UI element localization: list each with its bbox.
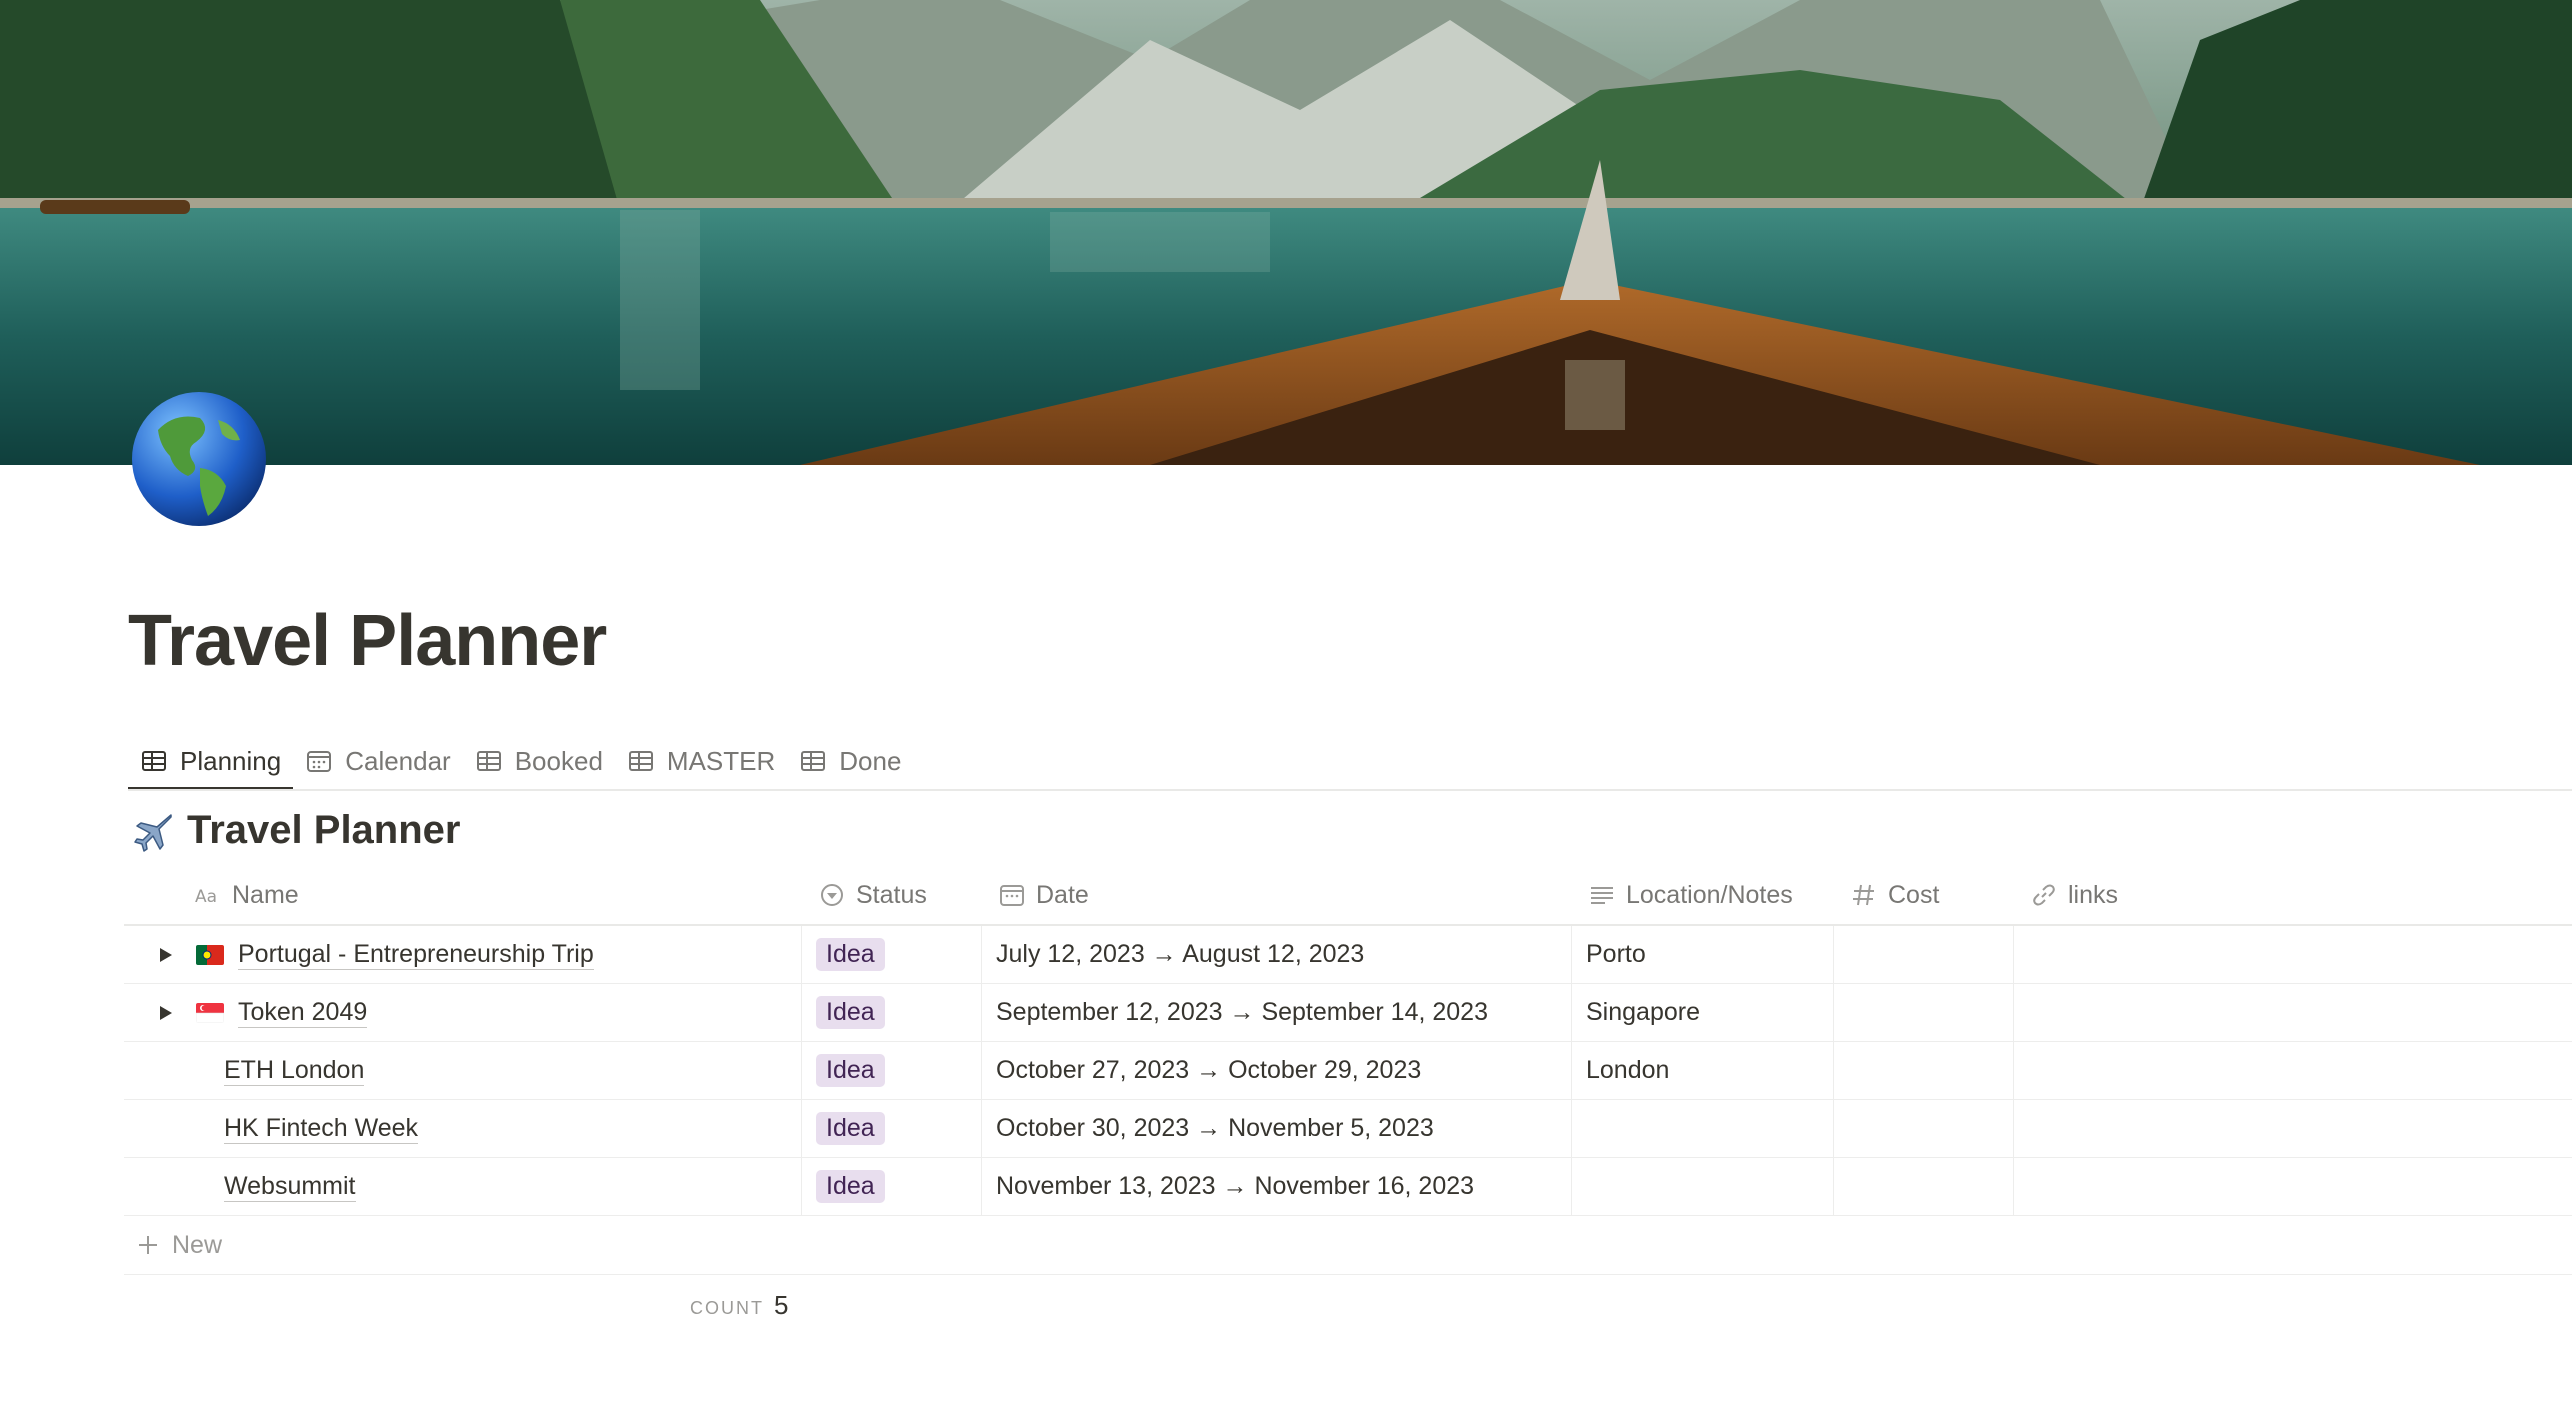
date-cell[interactable]: July 12, 2023 → August 12, 2023 xyxy=(982,926,1572,983)
link-icon xyxy=(2033,884,2055,906)
name-cell[interactable]: Portugal - Entrepreneurship Trip xyxy=(124,926,802,983)
view-title[interactable]: Travel Planner xyxy=(131,808,460,853)
column-header-links[interactable]: links xyxy=(2014,866,2572,924)
column-header-date[interactable]: Date xyxy=(982,866,1572,924)
status-cell[interactable]: Idea xyxy=(802,926,982,983)
location-cell[interactable]: Singapore xyxy=(1572,984,1834,1041)
tab-booked[interactable]: Booked xyxy=(463,733,615,789)
calendar-icon xyxy=(307,751,332,772)
date-cell[interactable]: October 27, 2023 → October 29, 2023 xyxy=(982,1042,1572,1099)
cost-cell[interactable] xyxy=(1834,984,2014,1041)
name-cell[interactable]: ETH London xyxy=(124,1042,802,1099)
tab-label: Booked xyxy=(514,745,603,776)
row-name[interactable]: HK Fintech Week xyxy=(224,1113,419,1144)
table-row[interactable]: Token 2049 Idea September 12, 2023 → Sep… xyxy=(124,984,2572,1042)
links-cell[interactable] xyxy=(2014,926,2572,983)
tab-master[interactable]: MASTER xyxy=(615,733,787,789)
location-cell[interactable] xyxy=(1572,1158,1834,1215)
view-tabs: Planning Calendar Booked MASTER Done xyxy=(128,733,913,791)
plus-icon xyxy=(139,1236,157,1254)
database-table: Aa Name Status Date Location/Notes Cost … xyxy=(124,866,2572,1275)
table-row[interactable]: HK Fintech Week Idea October 30, 2023 → … xyxy=(124,1100,2572,1158)
view-title-text: Travel Planner xyxy=(187,808,461,852)
count-label: COUNT xyxy=(690,1298,764,1318)
status-cell[interactable]: Idea xyxy=(802,1042,982,1099)
cost-cell[interactable] xyxy=(1834,1158,2014,1215)
links-cell[interactable] xyxy=(2014,984,2572,1041)
status-cell[interactable]: Idea xyxy=(802,984,982,1041)
count-value: 5 xyxy=(774,1290,789,1320)
table-row[interactable]: ETH London Idea October 27, 2023 → Octob… xyxy=(124,1042,2572,1100)
row-name[interactable]: Websummit xyxy=(224,1171,356,1202)
column-header-name[interactable]: Aa Name xyxy=(124,866,802,924)
tab-divider xyxy=(128,789,2572,791)
singapore-flag-icon xyxy=(196,1002,224,1023)
hash-icon xyxy=(1853,884,1874,906)
page-title[interactable]: Travel Planner xyxy=(128,600,607,682)
lines-icon xyxy=(1591,887,1613,904)
status-cell[interactable]: Idea xyxy=(802,1158,982,1215)
row-name[interactable]: Token 2049 xyxy=(238,997,368,1028)
new-label: New xyxy=(172,1230,223,1259)
tab-done[interactable]: Done xyxy=(787,733,913,789)
toggle-triangle-icon[interactable] xyxy=(154,944,176,966)
status-cell[interactable]: Idea xyxy=(802,1100,982,1157)
name-cell[interactable]: Token 2049 xyxy=(124,984,802,1041)
column-header-cost[interactable]: Cost xyxy=(1834,866,2014,924)
globe-americas-icon[interactable] xyxy=(130,390,268,528)
table-row[interactable]: Websummit Idea November 13, 2023 → Novem… xyxy=(124,1158,2572,1216)
location-cell[interactable]: Porto xyxy=(1572,926,1834,983)
status-tag: Idea xyxy=(816,1170,885,1203)
portugal-flag-icon xyxy=(196,944,224,965)
row-name[interactable]: Portugal - Entrepreneurship Trip xyxy=(238,939,594,970)
location-cell[interactable]: London xyxy=(1572,1042,1834,1099)
links-cell[interactable] xyxy=(2014,1042,2572,1099)
column-header-status[interactable]: Status xyxy=(802,866,982,924)
cover-image xyxy=(0,0,2572,465)
tab-planning[interactable]: Planning xyxy=(128,733,294,791)
links-cell[interactable] xyxy=(2014,1100,2572,1157)
date-cell[interactable]: September 12, 2023 → September 14, 2023 xyxy=(982,984,1572,1041)
table-icon xyxy=(476,751,501,771)
name-cell[interactable]: Websummit xyxy=(124,1158,802,1215)
status-tag: Idea xyxy=(816,996,885,1029)
column-header-location[interactable]: Location/Notes xyxy=(1572,866,1834,924)
tab-label: Done xyxy=(839,745,902,776)
status-tag: Idea xyxy=(816,1112,885,1145)
row-count[interactable]: COUNT 5 xyxy=(690,1290,788,1321)
table-row[interactable]: Portugal - Entrepreneurship Trip Idea Ju… xyxy=(124,926,2572,984)
links-cell[interactable] xyxy=(2014,1158,2572,1215)
tab-calendar[interactable]: Calendar xyxy=(293,733,463,789)
cost-cell[interactable] xyxy=(1834,1100,2014,1157)
calendar-icon xyxy=(1000,885,1024,906)
toggle-triangle-icon[interactable] xyxy=(154,1002,176,1024)
svg-text:Aa: Aa xyxy=(195,887,217,907)
tab-label: MASTER xyxy=(666,745,776,776)
date-cell[interactable]: October 30, 2023 → November 5, 2023 xyxy=(982,1100,1572,1157)
row-name[interactable]: ETH London xyxy=(224,1055,365,1086)
cost-cell[interactable] xyxy=(1834,926,2014,983)
status-icon xyxy=(821,884,843,906)
location-cell[interactable] xyxy=(1572,1100,1834,1157)
text-aa-icon: Aa xyxy=(195,887,217,907)
tab-label: Planning xyxy=(180,745,282,776)
add-new-row-button[interactable]: New xyxy=(124,1216,2572,1275)
tab-label: Calendar xyxy=(345,745,451,776)
date-cell[interactable]: November 13, 2023 → November 16, 2023 xyxy=(982,1158,1572,1215)
table-icon xyxy=(628,751,653,771)
airplane-icon xyxy=(134,813,172,852)
name-cell[interactable]: HK Fintech Week xyxy=(124,1100,802,1157)
cost-cell[interactable] xyxy=(1834,1042,2014,1099)
status-tag: Idea xyxy=(816,938,885,971)
table-icon xyxy=(801,751,826,771)
status-tag: Idea xyxy=(816,1054,885,1087)
table-header: Aa Name Status Date Location/Notes Cost … xyxy=(124,866,2572,926)
table-icon xyxy=(142,751,166,771)
